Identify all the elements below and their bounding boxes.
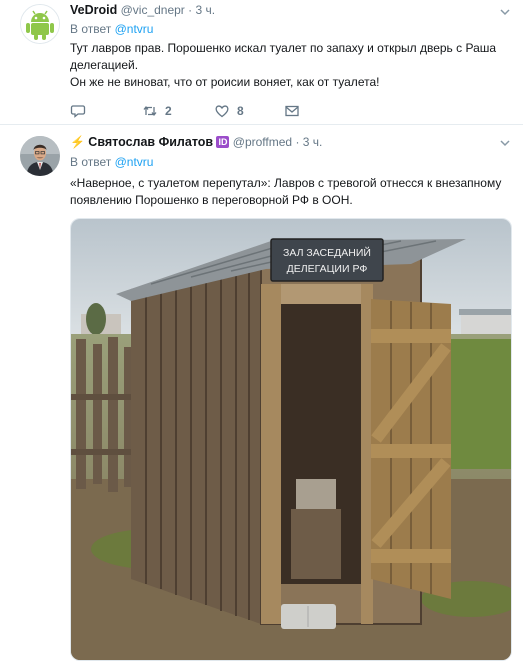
tweet-header: VeDroid @vic_dnepr · 3 ч. bbox=[70, 3, 215, 17]
like-icon bbox=[215, 105, 229, 118]
avatar[interactable] bbox=[20, 136, 60, 176]
tweet-2[interactable]: ⚡ Святослав Филатов ID @proffmed · 3 ч. … bbox=[0, 125, 523, 661]
tweet-text: Тут лавров прав. Порошенко искал туалет … bbox=[70, 40, 515, 91]
id-badge: ID bbox=[216, 136, 230, 148]
user-avatar-icon bbox=[20, 136, 60, 176]
reply-context: В ответ @ntvru bbox=[70, 22, 153, 36]
reply-context: В ответ @ntvru bbox=[70, 155, 153, 169]
tweet-actions: 2 8 bbox=[70, 103, 330, 119]
separator-dot: · bbox=[188, 3, 193, 17]
retweet-button[interactable]: 2 bbox=[142, 103, 172, 119]
timestamp[interactable]: 3 ч. bbox=[303, 135, 323, 149]
chevron-down-icon[interactable] bbox=[499, 137, 511, 149]
tweet-1[interactable]: VeDroid @vic_dnepr · 3 ч. В ответ @ntvru… bbox=[0, 0, 523, 125]
like-count: 8 bbox=[237, 104, 244, 118]
avatar[interactable] bbox=[20, 4, 60, 44]
message-icon bbox=[285, 105, 299, 117]
retweet-icon bbox=[143, 105, 157, 117]
reply-prefix: В ответ bbox=[70, 22, 112, 36]
tweet-photo[interactable]: ЗАЛ ЗАСЕДАНИЙ ДЕЛЕГАЦИИ РФ bbox=[70, 218, 512, 661]
reply-prefix: В ответ bbox=[70, 155, 112, 169]
reply-handle-link[interactable]: @ntvru bbox=[115, 155, 154, 169]
display-name[interactable]: Святослав Филатов bbox=[88, 135, 213, 149]
separator-dot: · bbox=[295, 135, 300, 149]
like-button[interactable]: 8 bbox=[214, 103, 244, 119]
reply-button[interactable] bbox=[70, 103, 93, 119]
outhouse-photo: ЗАЛ ЗАСЕДАНИЙ ДЕЛЕГАЦИИ РФ bbox=[71, 219, 511, 660]
display-name[interactable]: VeDroid bbox=[70, 3, 117, 17]
tweet-text: «Наверное, с туалетом перепутал»: Лавров… bbox=[70, 175, 515, 209]
tweet-header: ⚡ Святослав Филатов ID @proffmed · 3 ч. bbox=[70, 135, 322, 149]
sign-line-2: ДЕЛЕГАЦИИ РФ bbox=[287, 263, 368, 275]
tweet-text-line: Тут лавров прав. Порошенко искал туалет … bbox=[70, 41, 497, 72]
user-handle[interactable]: @proffmed bbox=[233, 135, 292, 149]
reply-icon bbox=[70, 105, 86, 118]
lightning-emoji: ⚡ bbox=[70, 135, 85, 149]
retweet-count: 2 bbox=[165, 104, 172, 118]
timestamp[interactable]: 3 ч. bbox=[196, 3, 216, 17]
sign-line-1: ЗАЛ ЗАСЕДАНИЙ bbox=[283, 246, 371, 259]
chevron-down-icon[interactable] bbox=[499, 6, 511, 18]
android-avatar-icon bbox=[21, 5, 59, 43]
user-handle[interactable]: @vic_dnepr bbox=[121, 3, 185, 17]
tweet-text-line: «Наверное, с туалетом перепутал»: Лавров… bbox=[70, 176, 502, 207]
tweet-text-line: Он же не виноват, что от роисии воняет, … bbox=[70, 75, 380, 89]
message-button[interactable] bbox=[284, 103, 300, 119]
reply-handle-link[interactable]: @ntvru bbox=[115, 22, 154, 36]
